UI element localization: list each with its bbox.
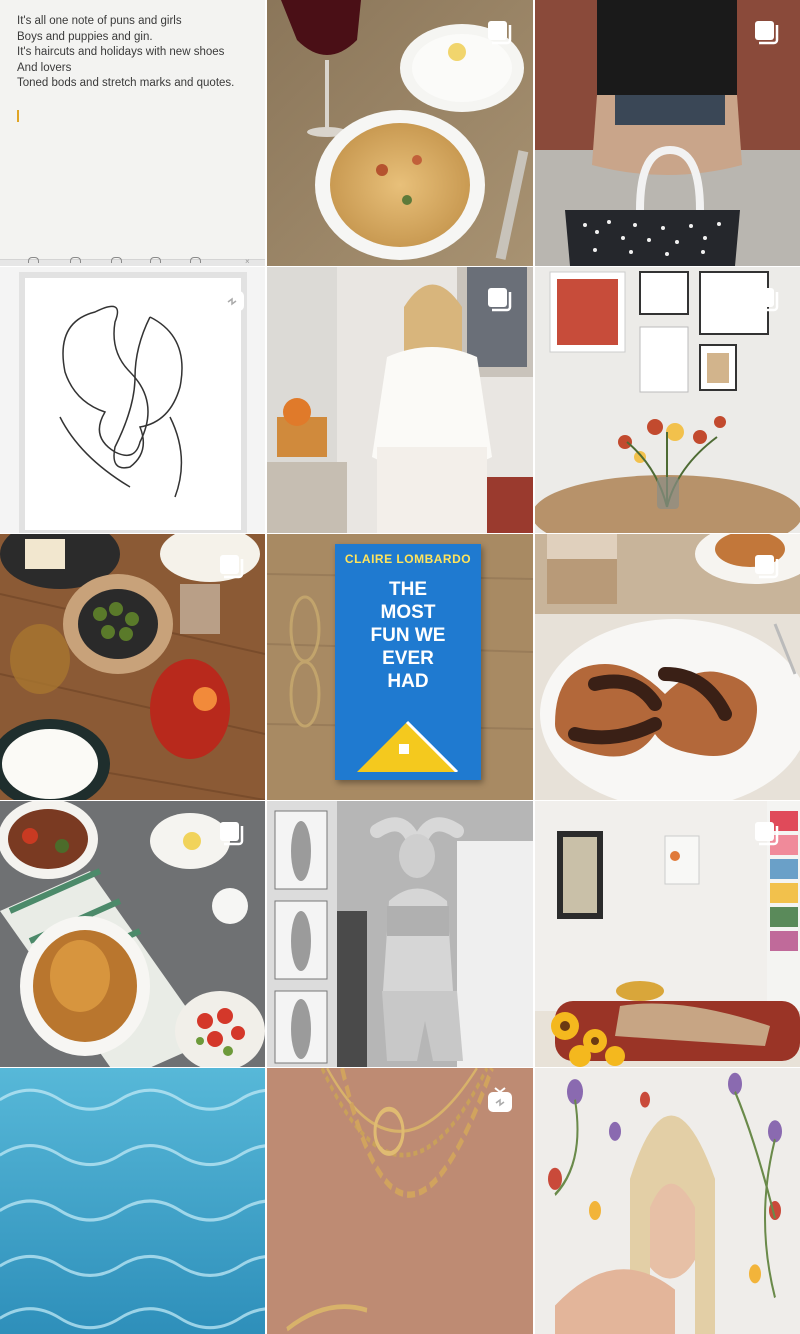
woman-flower-wall-photo [535, 1068, 800, 1334]
carousel-icon [752, 819, 782, 849]
house-illustration [357, 720, 459, 772]
text-cursor [17, 110, 19, 122]
tile-mono-fitness[interactable] [267, 801, 533, 1067]
tile-roast-chicken[interactable] [0, 801, 265, 1067]
tile-pasta-wine[interactable] [267, 0, 533, 266]
book-author: CLAIRE LOMBARDO [344, 552, 472, 566]
markup-icon [190, 257, 201, 263]
tile-woman-white-dress[interactable] [267, 267, 533, 533]
close-icon: × [245, 257, 250, 266]
igtv-icon [485, 1086, 515, 1116]
note-line: And lovers [17, 61, 72, 74]
tile-woman-sofa-sunflowers[interactable] [535, 801, 800, 1067]
checklist-icon [111, 257, 122, 263]
pool-water-photo [0, 1068, 265, 1334]
profile-photo-grid: It's all one note of puns and girls Boys… [0, 0, 800, 1334]
tile-pool-water[interactable] [0, 1068, 265, 1334]
tile-gallery-wall-flowers[interactable] [535, 267, 800, 533]
carousel-icon [752, 18, 782, 48]
tile-drinks-table[interactable] [0, 534, 265, 800]
mono-fitness-photo [267, 801, 533, 1067]
note-line: It's haircuts and holidays with new shoe… [17, 46, 225, 58]
tile-notes-screenshot[interactable]: It's all one note of puns and girls Boys… [0, 0, 265, 266]
text-format-icon [70, 257, 81, 263]
tile-book-glasses[interactable]: CLAIRE LOMBARDO THE MOST FUN WE EVER HAD [267, 534, 533, 800]
notes-toolbar: × [0, 257, 265, 266]
carousel-icon [485, 18, 515, 48]
tile-pastry-coffee[interactable] [535, 534, 800, 800]
carousel-icon [217, 819, 247, 849]
table-icon [28, 257, 39, 263]
note-line: It's all one note of puns and girls [17, 15, 182, 27]
carousel-icon [752, 285, 782, 315]
note-line: Toned bods and stretch marks and quotes. [17, 77, 235, 89]
tile-woman-flower-wall[interactable] [535, 1068, 800, 1334]
book-title: THE MOST FUN WE EVER HAD [370, 579, 446, 692]
note-line: Boys and puppies and gin. [17, 30, 153, 43]
tile-line-art-print[interactable] [0, 267, 265, 533]
tile-woman-handbag[interactable] [535, 0, 800, 266]
camera-icon [150, 257, 161, 263]
tile-gold-necklaces[interactable] [267, 1068, 533, 1334]
carousel-icon [217, 552, 247, 582]
igtv-icon [217, 285, 247, 315]
carousel-icon [485, 285, 515, 315]
carousel-icon [752, 552, 782, 582]
book-cover: CLAIRE LOMBARDO THE MOST FUN WE EVER HAD [335, 544, 481, 780]
